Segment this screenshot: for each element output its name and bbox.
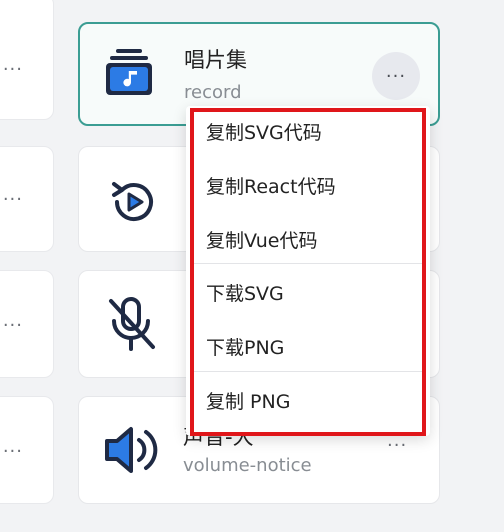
menu-item-copy-vue[interactable]: 复制Vue代码 — [186, 214, 430, 264]
more-icon[interactable]: ··· — [387, 435, 407, 456]
volume-notice-icon — [103, 423, 161, 481]
replay-play-icon — [105, 175, 159, 233]
more-icon[interactable]: ··· — [3, 189, 23, 210]
menu-divider — [192, 263, 424, 264]
more-icon[interactable]: ··· — [3, 441, 23, 462]
icon-library-view: ··· ··· ··· ··· 唱片集 record ··· 声音-大 volu… — [0, 0, 504, 532]
menu-item-copy-react[interactable]: 复制React代码 — [186, 160, 430, 210]
record-album-icon — [104, 46, 154, 102]
context-menu: 复制SVG代码 复制React代码 复制Vue代码 下载SVG 下载PNG 复制… — [186, 106, 430, 436]
more-button[interactable]: ··· — [372, 52, 420, 100]
left-card-1[interactable]: ··· — [0, 0, 54, 120]
more-icon: ··· — [385, 65, 407, 87]
menu-divider — [192, 371, 424, 372]
left-card-3[interactable]: ··· — [0, 270, 54, 378]
left-card-2[interactable]: ··· — [0, 146, 54, 252]
mic-off-icon — [103, 295, 159, 359]
left-card-4[interactable]: ··· — [0, 396, 54, 504]
menu-item-copy-svg[interactable]: 复制SVG代码 — [186, 106, 430, 156]
menu-item-copy-png[interactable]: 复制 PNG — [186, 375, 430, 425]
menu-item-download-png[interactable]: 下载PNG — [186, 321, 430, 371]
icon-title: 唱片集 — [184, 48, 247, 72]
icon-subtitle: volume-notice — [183, 455, 312, 476]
icon-subtitle: record — [184, 82, 242, 103]
more-icon[interactable]: ··· — [3, 59, 23, 80]
more-icon[interactable]: ··· — [3, 315, 23, 336]
menu-item-download-svg[interactable]: 下载SVG — [186, 267, 430, 317]
